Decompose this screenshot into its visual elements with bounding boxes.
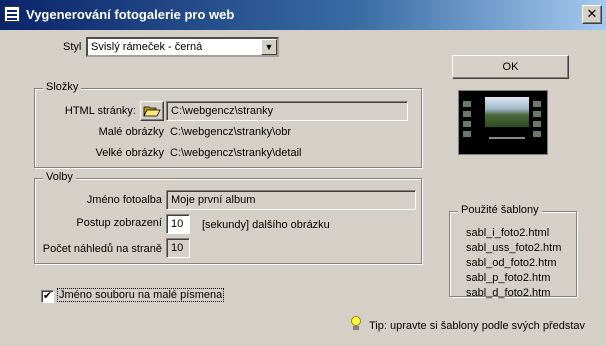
app-icon <box>4 6 20 22</box>
window-title: Vygenerování fotogalerie pro web <box>26 7 235 22</box>
dropdown-arrow-icon[interactable]: ▼ <box>261 39 277 55</box>
close-icon: ✕ <box>586 6 598 21</box>
style-selected-value: Svislý rámeček - černá <box>91 41 203 53</box>
ok-button[interactable]: OK <box>452 55 569 79</box>
list-item: sabl_uss_foto2.htm <box>466 242 562 254</box>
style-label: Styl <box>63 41 82 53</box>
checkmark-icon: ✔ <box>42 290 53 302</box>
options-legend: Volby <box>43 171 76 183</box>
lowercase-filename-checkbox[interactable]: ✔ <box>41 290 54 303</box>
browse-folder-button[interactable] <box>140 101 164 121</box>
list-item: sabl_i_foto2.html <box>466 227 550 239</box>
folder-open-icon <box>143 106 161 117</box>
large-images-label: Velké obrázky <box>95 147 164 159</box>
small-images-label: Malé obrázky <box>98 126 164 138</box>
large-images-path: C:\webgencz\stranky\detail <box>170 147 302 159</box>
list-item: sabl_p_foto2.htm <box>466 272 551 284</box>
lowercase-filename-label[interactable]: Jméno souboru na malé písmena <box>57 288 225 302</box>
html-pages-label: HTML stránky: <box>64 105 136 117</box>
interval-input[interactable]: 10 <box>166 214 190 234</box>
templates-list: sabl_i_foto2.html sabl_uss_foto2.htm sab… <box>466 226 561 301</box>
folders-legend: Složky <box>43 81 82 93</box>
close-button[interactable]: ✕ <box>582 5 602 24</box>
title-bar: Vygenerování fotogalerie pro web ✕ <box>0 0 606 30</box>
album-name-input[interactable]: Moje první album <box>166 190 416 210</box>
thumbs-per-page-input[interactable]: 10 <box>166 238 190 258</box>
interval-label: Postup zobrazení <box>76 217 162 229</box>
list-item: sabl_od_foto2.htm <box>466 257 557 269</box>
style-preview-image <box>458 90 548 155</box>
thumbs-per-page-label: Počet náhledů na straně <box>42 243 162 255</box>
html-pages-path[interactable]: C:\webgencz\stranky <box>166 101 408 121</box>
templates-legend: Použité šablony <box>458 204 542 216</box>
style-select[interactable]: Svislý rámeček - černá ▼ <box>86 37 279 57</box>
interval-suffix: [sekundy] dalšího obrázku <box>202 219 330 231</box>
album-name-label: Jméno fotoalba <box>86 194 162 206</box>
lightbulb-icon <box>350 316 362 332</box>
list-item: sabl_d_foto2.htm <box>466 287 551 299</box>
small-images-path: C:\webgencz\stranky\obr <box>170 126 292 138</box>
tip-text: Tip: upravte si šablony podle svých před… <box>369 320 586 332</box>
